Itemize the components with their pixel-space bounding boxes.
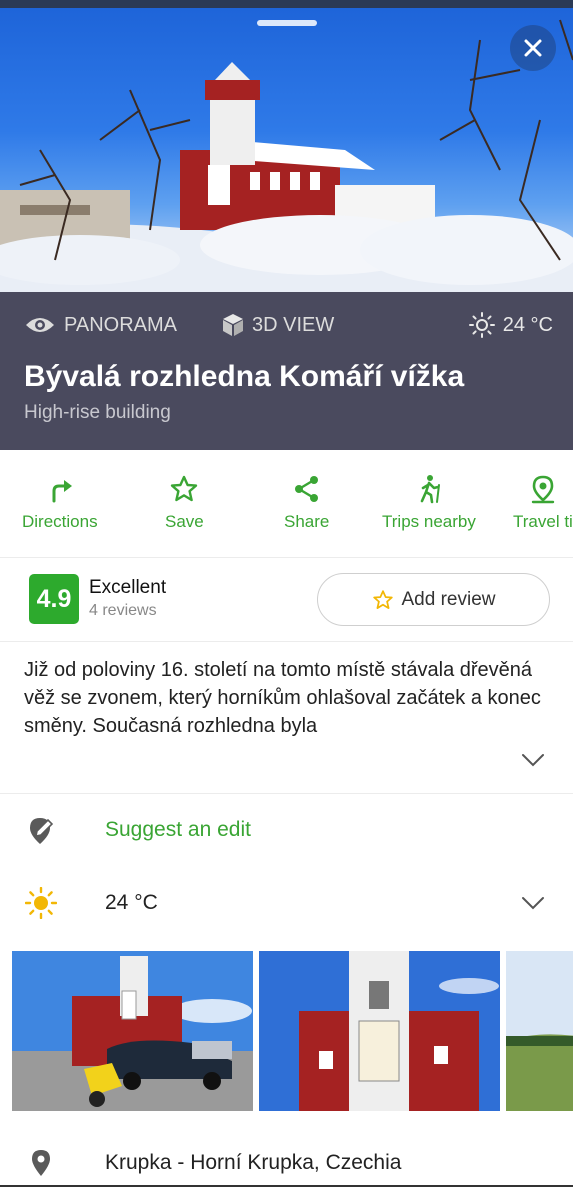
divider <box>0 793 573 794</box>
rating-row: 4.9 Excellent 4 reviews Add review <box>0 558 573 642</box>
hero-scene-image <box>0 19 573 292</box>
expand-weather-chevron-icon[interactable] <box>521 895 545 911</box>
close-button[interactable] <box>510 25 556 71</box>
save-label: Save <box>165 512 204 531</box>
add-review-button[interactable]: Add review <box>317 573 550 626</box>
directions-label: Directions <box>22 512 98 531</box>
edit-pin-icon <box>24 813 58 847</box>
description-text[interactable]: Již od poloviny 16. století na tomto mís… <box>24 656 554 740</box>
place-category: High-rise building <box>24 402 171 423</box>
rating-score-badge: 4.9 <box>29 574 79 624</box>
header-weather: 24 °C <box>468 312 553 338</box>
header-temperature: 24 °C <box>502 313 553 336</box>
address-row[interactable]: Krupka - Horní Krupka, Czechia <box>0 1133 573 1187</box>
gallery-photo-2[interactable] <box>259 951 500 1111</box>
cube-icon <box>223 314 243 336</box>
share-label: Share <box>284 512 330 531</box>
travel-tips-button[interactable]: Travel ti <box>513 474 573 532</box>
panorama-button[interactable]: PANORAMA <box>24 314 222 337</box>
star-icon <box>171 475 198 502</box>
sun-outline-icon <box>468 312 495 338</box>
weather-row[interactable]: 24 °C <box>0 873 573 933</box>
close-icon <box>524 39 542 57</box>
place-title: Bývalá rozhledna Komáří vížka <box>24 360 465 393</box>
location-pin-icon <box>24 1146 58 1180</box>
trips-nearby-button[interactable]: Trips nearby <box>382 474 476 532</box>
panorama-label: PANORAMA <box>64 313 177 336</box>
eye-icon <box>26 318 54 332</box>
suggest-edit-label: Suggest an edit <box>105 818 251 841</box>
3d-view-button[interactable]: 3D VIEW <box>222 313 334 337</box>
star-outline-icon <box>372 589 393 609</box>
action-bar: Directions Save Share Trips nearby Trave… <box>0 450 573 558</box>
status-strip <box>0 0 573 8</box>
rating-label: Excellent <box>89 577 167 598</box>
trips-nearby-label: Trips nearby <box>382 512 476 531</box>
review-count[interactable]: 4 reviews <box>89 602 157 620</box>
suggest-edit-row[interactable]: Suggest an edit <box>0 800 573 860</box>
address-text: Krupka - Horní Krupka, Czechia <box>105 1151 402 1174</box>
hero-photo[interactable] <box>0 0 573 292</box>
directions-icon <box>52 480 72 503</box>
share-button[interactable]: Share <box>284 474 329 532</box>
gallery-photo-3[interactable] <box>506 951 573 1111</box>
drag-handle[interactable] <box>257 20 317 26</box>
directions-button[interactable]: Directions <box>22 474 98 532</box>
add-review-label: Add review <box>401 588 496 610</box>
3d-view-label: 3D VIEW <box>252 313 335 336</box>
weather-temperature: 24 °C <box>105 891 158 914</box>
share-icon <box>294 476 318 502</box>
hiker-icon <box>420 475 440 504</box>
save-button[interactable]: Save <box>165 474 204 532</box>
expand-description-chevron-icon[interactable] <box>521 752 545 768</box>
photo-gallery[interactable] <box>12 951 573 1111</box>
travel-tips-label: Travel ti <box>513 512 573 531</box>
gallery-photo-1[interactable] <box>12 951 253 1111</box>
map-pin-icon <box>531 475 555 504</box>
sun-icon <box>24 886 58 920</box>
place-header: PANORAMA 3D VIEW 24 °C Bývalá rozhledna … <box>0 292 573 450</box>
